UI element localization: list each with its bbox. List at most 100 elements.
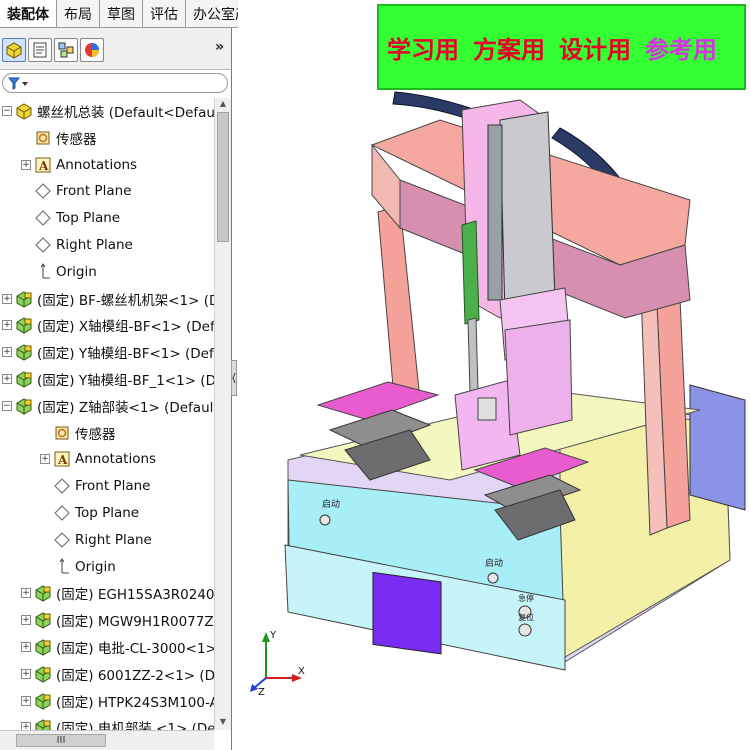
expand-icon[interactable]: + [21, 615, 31, 626]
tree-node[interactable]: + (固定) 电机部装 <1> (Default [21, 714, 214, 730]
view-triad-icon: Y X Z [250, 630, 305, 696]
tree-node[interactable]: + (固定) 6001ZZ-2<1> (Defau [21, 661, 214, 687]
tree-node[interactable]: Front Plane [21, 178, 131, 204]
tree-node-label: Origin [75, 558, 116, 575]
tree-vertical-scrollbar[interactable]: ▲ ▼ [214, 98, 231, 730]
expand-icon[interactable]: + [2, 374, 12, 384]
start-label-left: 启动 [322, 498, 340, 510]
tree-node-label: Top Plane [56, 210, 121, 227]
collapse-icon[interactable]: − [2, 400, 12, 411]
tree-node[interactable]: 传感器 [40, 420, 116, 446]
tree-node[interactable]: + (固定) HTPK24S3M100-A-H8 [21, 688, 214, 714]
tree-node-label: (固定) Y轴模组-BF<1> (Default< [37, 346, 214, 363]
expand-icon[interactable]: + [21, 159, 31, 170]
configuration-manager-icon[interactable] [54, 38, 78, 62]
collapse-icon[interactable]: − [2, 106, 12, 116]
tree-node-label: (固定) 电机部装 <1> (Default [56, 721, 214, 730]
scroll-up-icon[interactable]: ▲ [215, 99, 231, 111]
tree-node[interactable]: + (固定) EGH15SA3R0240H<1 [21, 580, 214, 606]
tree-node[interactable]: + (固定) Y轴模组-BF<1> (Default< [2, 339, 214, 365]
plane-icon [34, 182, 52, 200]
tree-node[interactable]: Origin [21, 259, 97, 285]
tree-node-label: (固定) Z轴部装<1> (Default<De [37, 399, 214, 416]
banner-text-study: 学习用 [387, 35, 459, 64]
tree-node[interactable]: − 螺丝机总装 (Default<Default_Displ [2, 98, 214, 124]
screw-machine-model: 启动 启动 急停 复位 [284, 91, 746, 671]
tree-node-label: Front Plane [75, 478, 151, 495]
tree-node[interactable]: + A Annotations [21, 152, 137, 178]
expand-icon[interactable]: + [2, 320, 12, 331]
tree-node[interactable]: + (固定) BF-螺丝机机架<1> (Defau [2, 286, 214, 312]
feature-manager-icon[interactable] [2, 38, 26, 62]
tree-node-label: (固定) X轴模组-BF<1> (Default< [37, 319, 214, 336]
expand-icon[interactable]: + [21, 642, 31, 652]
part-icon [15, 397, 33, 415]
expand-icon[interactable]: + [21, 668, 31, 679]
tree-node[interactable]: + (固定) X轴模组-BF<1> (Default< [2, 312, 214, 338]
tree-node[interactable]: + A Annotations [40, 446, 156, 472]
tree-node[interactable]: Origin [40, 554, 116, 580]
plane-icon [53, 477, 71, 495]
expand-icon[interactable]: + [21, 695, 31, 706]
tree-node[interactable]: 传感器 [21, 125, 97, 151]
expand-icon[interactable]: + [2, 293, 12, 304]
property-manager-icon[interactable] [28, 38, 52, 62]
reset-label: 复位 [518, 612, 534, 622]
tree-filter-input[interactable] [2, 73, 228, 93]
svg-text:A: A [38, 159, 49, 173]
tree-node-label: Origin [56, 263, 97, 280]
banner-text-design: 设计用 [559, 35, 631, 64]
tab-assembly[interactable]: 装配体 [0, 0, 57, 27]
tree-node-label: (固定) 6001ZZ-2<1> (Defau [56, 667, 214, 684]
panel-splitter-handle[interactable] [231, 360, 237, 396]
tree-node-label: (固定) 电批-CL-3000<1> (De [56, 641, 214, 657]
expand-icon[interactable]: + [21, 722, 31, 730]
tree-node[interactable]: Right Plane [21, 232, 133, 258]
tab-evaluate[interactable]: 评估 [143, 0, 186, 27]
display-manager-icon[interactable] [80, 38, 104, 62]
horizontal-scroll-thumb[interactable]: III [16, 734, 106, 747]
scroll-thumb[interactable] [217, 112, 229, 242]
tree-node-label: (固定) HTPK24S3M100-A-H8 [56, 694, 214, 711]
tree-node[interactable]: Top Plane [21, 205, 120, 231]
tree-node-label: Right Plane [56, 237, 133, 253]
banner-text-reference: 参考用 [645, 35, 717, 64]
watermark-banner: 学习用 方案用 设计用 参考用 [377, 4, 746, 90]
annotation-icon: A [34, 156, 52, 174]
filter-icon[interactable] [8, 77, 30, 90]
tree-node[interactable]: Front Plane [40, 473, 150, 499]
tree-node-label: Right Plane [75, 531, 152, 548]
tree-node[interactable]: Top Plane [40, 500, 139, 526]
more-tabs-chevron-icon[interactable]: » [215, 39, 224, 55]
tab-layout[interactable]: 布局 [57, 0, 100, 27]
origin-icon [53, 557, 71, 576]
tree-node-label: Top Plane [75, 505, 140, 521]
expand-icon[interactable]: + [2, 347, 12, 358]
part-icon [15, 316, 33, 334]
assembly-icon [15, 102, 33, 120]
part-icon [34, 638, 52, 656]
part-icon [34, 718, 52, 730]
tab-sketch[interactable]: 草图 [100, 0, 143, 27]
tree-horizontal-scrollbar[interactable]: III [0, 730, 214, 750]
tree-node[interactable]: + (固定) Y轴模组-BF_1<1> (Defau [2, 366, 214, 392]
scroll-down-icon[interactable]: ▼ [215, 717, 231, 729]
plane-icon [34, 209, 52, 227]
expand-icon[interactable]: + [40, 454, 50, 465]
part-icon [34, 611, 52, 629]
banner-text-scheme: 方案用 [473, 35, 545, 64]
tree-node[interactable]: + (固定) 电批-CL-3000<1> (De [21, 634, 214, 660]
tree-node[interactable]: Right Plane [40, 527, 152, 553]
triad-z-label: Z [258, 687, 265, 696]
graphics-viewport[interactable]: 启动 启动 急停 复位 学习用 方案用 设计用 参考用 Y X Z [238, 0, 750, 750]
expand-icon[interactable]: + [21, 588, 31, 599]
tree-node[interactable]: + (固定) MGW9H1R0077Z0HN [21, 607, 214, 633]
tree-node[interactable]: − (固定) Z轴部装<1> (Default<De [2, 393, 214, 419]
